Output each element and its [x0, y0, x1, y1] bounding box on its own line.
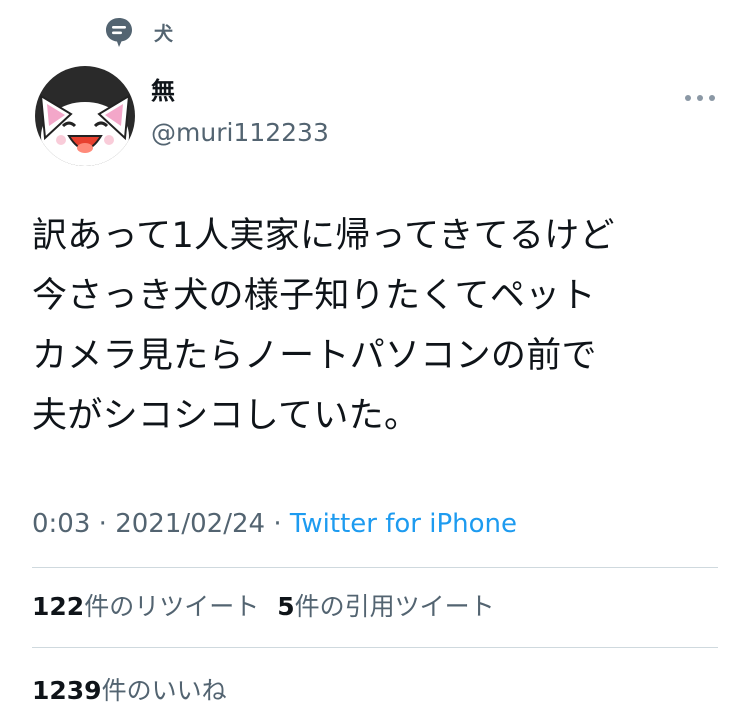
display-name[interactable]: 無	[151, 76, 175, 106]
more-button[interactable]	[682, 84, 718, 112]
stats-row: 122件のリツイート 5件の引用ツイート	[32, 590, 495, 624]
social-context[interactable]: 犬	[104, 14, 173, 50]
tweet-date[interactable]: 2021/02/24	[115, 509, 265, 539]
more-icon	[685, 95, 715, 101]
likes-row: 1239件のいいね	[32, 674, 227, 708]
like-label: 件のいいね	[101, 676, 227, 705]
quote-count: 5	[277, 592, 295, 621]
tweet-line: 夫がシコシコしていた。	[32, 396, 420, 436]
avatar[interactable]	[35, 66, 135, 166]
retweet-count: 122	[32, 592, 85, 621]
retweets-stat[interactable]: 122件のリツイート	[32, 592, 259, 621]
divider	[32, 567, 718, 568]
tweet-text: 訳あって1人実家に帰ってきてるけど 今さっき犬の様子知りたくてペット カメラ見た…	[32, 206, 722, 446]
divider	[32, 647, 718, 648]
tweet-source-link[interactable]: Twitter for iPhone	[290, 509, 517, 539]
topic-label: 犬	[154, 22, 174, 45]
quote-label: 件の引用ツイート	[294, 592, 495, 621]
quotes-stat[interactable]: 5件の引用ツイート	[277, 592, 494, 621]
tweet-line: カメラ見たらノートパソコンの前で	[32, 336, 597, 376]
likes-stat[interactable]: 1239件のいいね	[32, 676, 227, 705]
user-handle[interactable]: @muri112233	[151, 118, 329, 148]
retweet-label: 件のリツイート	[84, 592, 260, 621]
tweet-line: 訳あって1人実家に帰ってきてるけど	[32, 216, 615, 256]
cat-avatar	[35, 66, 135, 166]
meta-separator: ·	[273, 509, 282, 539]
tweet-meta: 0:03 · 2021/02/24 · Twitter for iPhone	[32, 506, 517, 542]
topic-icon	[106, 18, 132, 47]
tweet-line: 今さっき犬の様子知りたくてペット	[32, 276, 596, 316]
meta-separator: ·	[98, 509, 107, 539]
like-count: 1239	[32, 676, 102, 705]
tweet-time[interactable]: 0:03	[32, 509, 90, 539]
